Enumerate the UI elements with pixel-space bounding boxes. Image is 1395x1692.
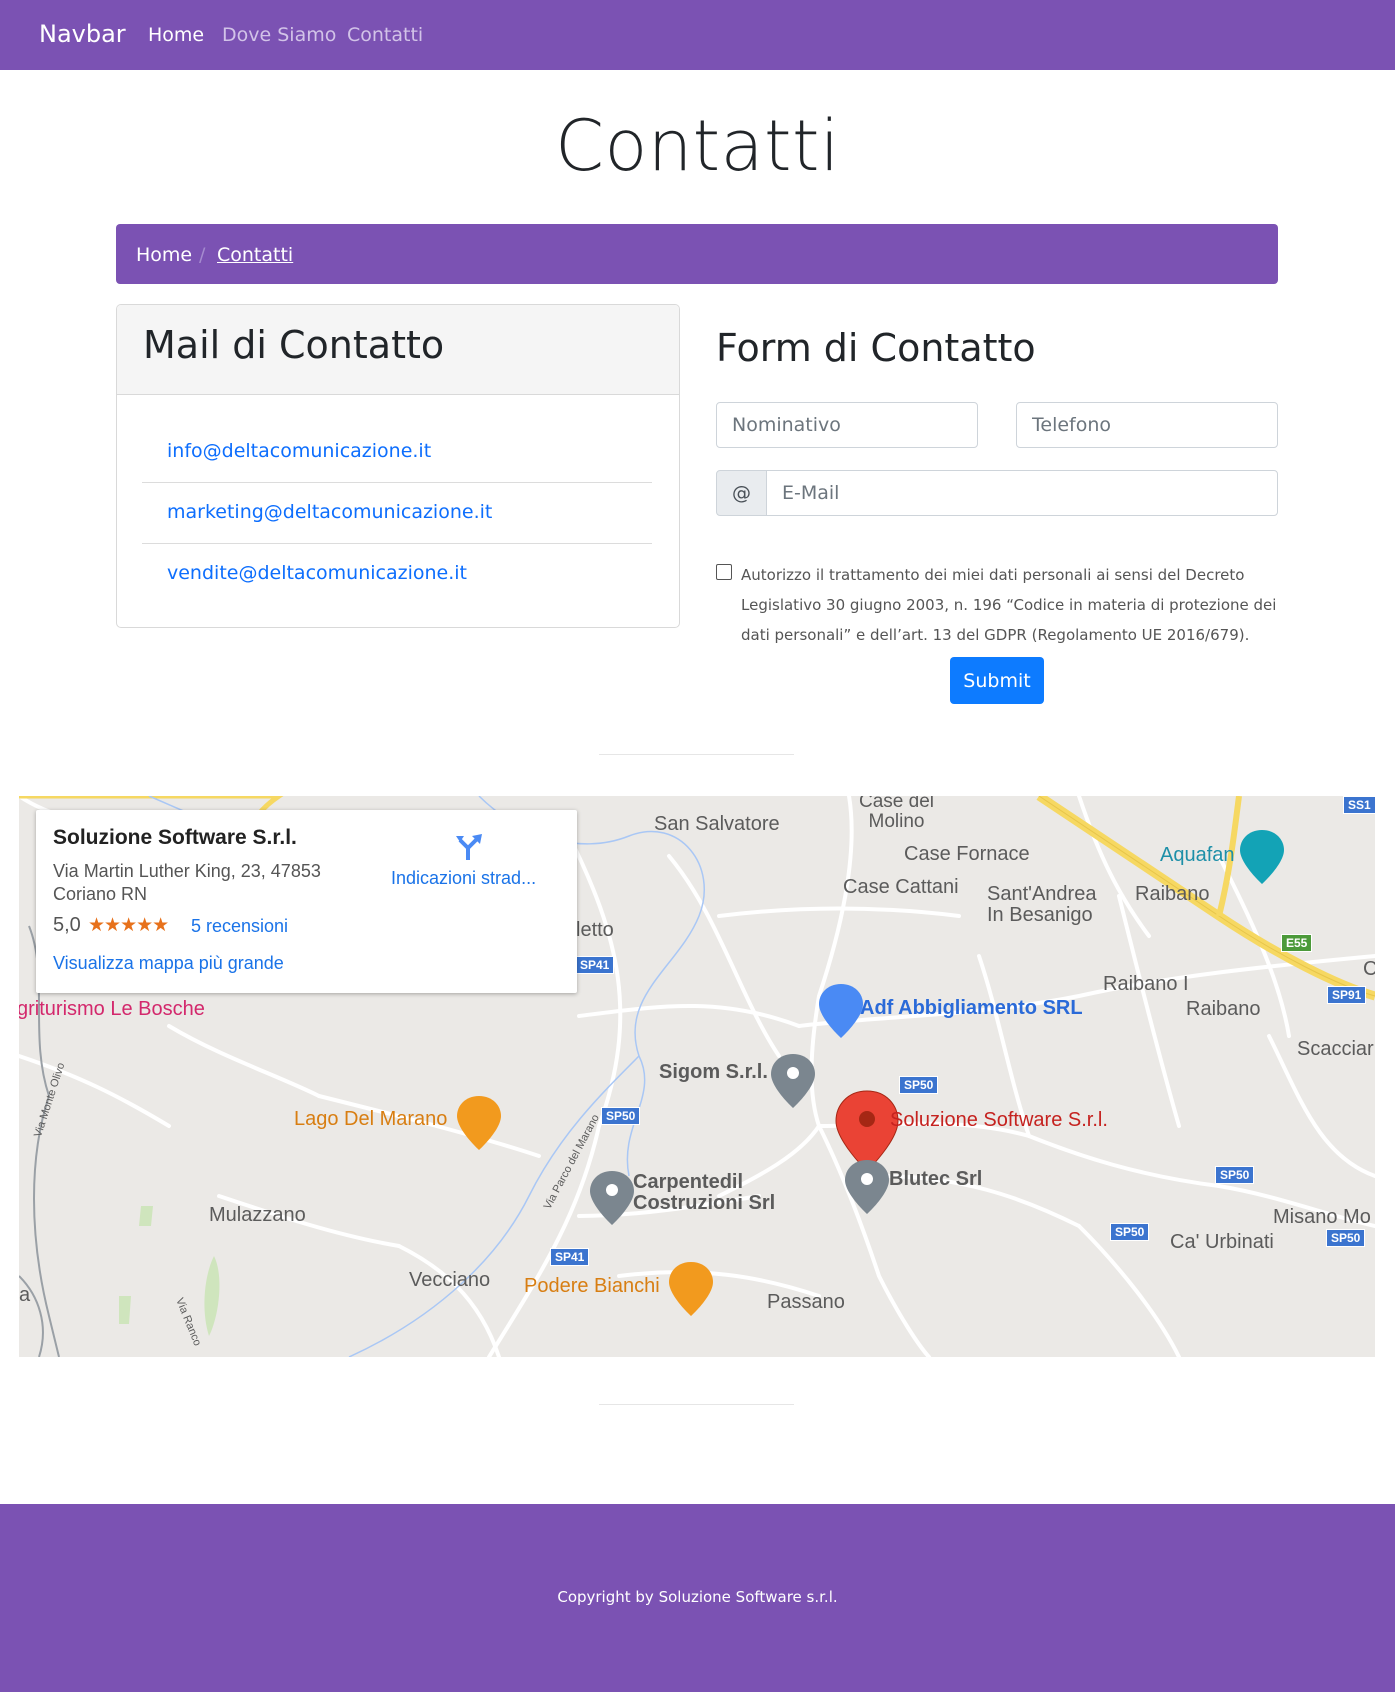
road-shield: SP41: [575, 956, 615, 974]
road-shield: E55: [1281, 934, 1313, 952]
map-label: Aquafan: [1160, 844, 1235, 866]
map-label: Ca' Urbinati: [1170, 1231, 1274, 1253]
navbar-brand[interactable]: Navbar: [39, 20, 126, 48]
map-label: Podere Bianchi: [524, 1275, 660, 1297]
list-item: vendite@deltacomunicazione.it: [142, 544, 652, 604]
map-label: a: [19, 1284, 31, 1306]
map-label: San Salvatore: [654, 813, 780, 835]
map-label: Mulazzano: [209, 1204, 306, 1226]
place-name: Soluzione Software S.r.l.: [53, 826, 297, 849]
email-input[interactable]: [766, 470, 1278, 516]
map-label: Raibano I: [1103, 973, 1189, 995]
navbar: Navbar Home Dove Siamo Contatti: [0, 0, 1395, 70]
map-label: Case Fornace: [904, 843, 1030, 865]
map-label: Scacciar: [1297, 1038, 1374, 1060]
place-rating: 5,0: [53, 914, 81, 936]
email-prefix: @: [716, 470, 767, 516]
map-label: Case del Molino: [859, 796, 934, 832]
list-item: info@deltacomunicazione.it: [142, 422, 652, 483]
nav-link-contatti[interactable]: Contatti: [347, 24, 423, 46]
mail-card: Mail di Contatto info@deltacomunicazione…: [116, 304, 680, 628]
map-label: Case Cattani: [843, 876, 959, 898]
road-shield: SP50: [601, 1107, 641, 1125]
view-larger-map-link[interactable]: Visualizza mappa più grande: [53, 953, 284, 974]
email-link-vendite[interactable]: vendite@deltacomunicazione.it: [167, 562, 467, 584]
email-link-info[interactable]: info@deltacomunicazione.it: [167, 440, 431, 462]
map-label: Adf Abbigliamento SRL: [860, 997, 1083, 1019]
map-label: Raibano: [1186, 998, 1261, 1020]
map-label: letto: [576, 919, 614, 941]
map-label: griturismo Le Bosche: [19, 998, 205, 1020]
map-label: Passano: [767, 1291, 845, 1313]
divider: [599, 754, 794, 755]
email-link-marketing[interactable]: marketing@deltacomunicazione.it: [167, 501, 492, 523]
breadcrumb-home[interactable]: Home: [136, 244, 192, 266]
nav-link-dove-siamo[interactable]: Dove Siamo: [222, 24, 336, 46]
directions-link[interactable]: Indicazioni strad...: [391, 868, 536, 889]
road-shield: SP50: [1215, 1166, 1255, 1184]
map-pin-red-icon: [835, 1090, 899, 1172]
road-shield: SP91: [1327, 986, 1367, 1004]
road-shield: SP50: [1326, 1229, 1366, 1247]
submit-button[interactable]: Submit: [950, 657, 1044, 704]
copyright-text: Copyright by Soluzione Software s.r.l.: [557, 1588, 838, 1606]
rating-stars-icon: ★★★★★: [88, 915, 169, 936]
consent-text: Autorizzo il trattamento dei miei dati p…: [741, 566, 1277, 644]
map-label: Blutec Srl: [889, 1168, 983, 1190]
mail-card-header: Mail di Contatto: [117, 305, 679, 395]
mail-card-title: Mail di Contatto: [143, 323, 445, 367]
map-label: Raibano: [1135, 883, 1210, 905]
phone-input[interactable]: [1016, 402, 1278, 448]
page-title: Contatti: [555, 105, 840, 187]
map-label: Sigom S.r.l.: [659, 1061, 768, 1083]
road-shield: SP41: [550, 1248, 590, 1266]
divider: [599, 1404, 794, 1405]
place-address: Via Martin Luther King, 23, 47853 Corian…: [53, 861, 321, 904]
map-label: Misano Mo: [1273, 1206, 1371, 1228]
embedded-map[interactable]: San Salvatore Case del Molino Case Forna…: [19, 796, 1375, 1357]
breadcrumb: Home / Contatti: [116, 224, 1278, 284]
breadcrumb-separator: /: [199, 244, 206, 266]
form-title: Form di Contatto: [716, 326, 1036, 370]
road-shield: SP50: [899, 1076, 939, 1094]
place-info-card: Soluzione Software S.r.l. Via Martin Lut…: [36, 810, 577, 993]
name-input[interactable]: [716, 402, 978, 448]
map-label: Vecciano: [409, 1269, 491, 1291]
breadcrumb-current[interactable]: Contatti: [217, 244, 293, 266]
footer: Copyright by Soluzione Software s.r.l.: [0, 1504, 1395, 1692]
map-label: Sant'Andrea In Besanigo: [987, 883, 1097, 926]
nav-link-home[interactable]: Home: [148, 24, 204, 46]
road-shield: SS1: [1343, 796, 1375, 814]
map-label: C: [1363, 958, 1375, 980]
map-label: Carpentedil Costruzioni Srl: [633, 1171, 776, 1214]
reviews-link[interactable]: 5 recensioni: [191, 916, 288, 937]
map-label: Lago Del Marano: [294, 1108, 448, 1130]
consent-checkbox[interactable]: [716, 564, 732, 580]
map-label: Soluzione Software S.r.l.: [890, 1109, 1108, 1131]
list-item: marketing@deltacomunicazione.it: [142, 483, 652, 544]
road-shield: SP50: [1110, 1223, 1150, 1241]
